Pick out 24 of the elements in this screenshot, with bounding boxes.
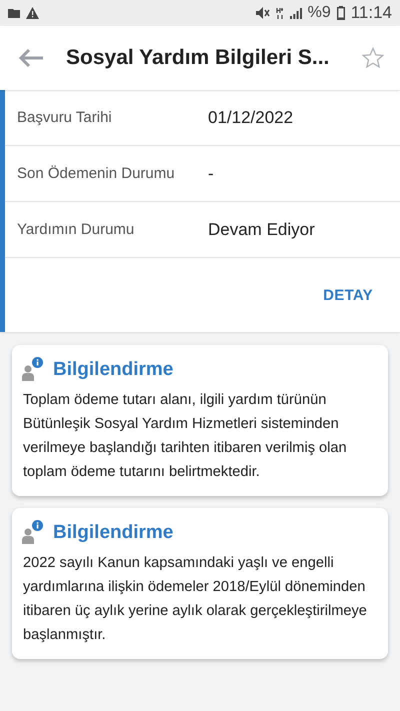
page-title: Sosyal Yardım Bilgileri S... bbox=[66, 46, 330, 70]
battery-level: %9 bbox=[308, 4, 331, 22]
detail-button[interactable]: DETAY bbox=[319, 282, 377, 308]
mute-icon bbox=[256, 7, 270, 19]
info-text: 2022 sayılı Kanun kapsamındaki yaşlı ve engelli yardımlarına ilişkin ödemeler 2018/Eylül döneminden itibaren üç aylık yerine aylık olarak gerçekleştirilmeye başlanmıştır. bbox=[22, 554, 368, 645]
info-text: Toplam ödeme tutarı alanı, ilgili yardım türünün Bütünleşik Sosyal Yardım Hizmetleri sisteminden verilmeye başlandığı tarihten itibaren verilmiş olan toplam ödeme tutarını belirtmektedir. bbox=[22, 391, 348, 482]
battery-icon bbox=[336, 6, 345, 20]
user-info-icon bbox=[22, 357, 46, 381]
user-info-icon bbox=[22, 520, 46, 544]
star-icon[interactable] bbox=[362, 47, 384, 69]
field-value: 01/12/2022 bbox=[208, 108, 294, 128]
field-value: Devam Ediyor bbox=[208, 220, 315, 240]
back-arrow-icon[interactable] bbox=[18, 48, 44, 68]
field-value: - bbox=[208, 164, 214, 184]
network-icon bbox=[276, 8, 284, 18]
field-label: Son Ödemenin Durumu bbox=[17, 165, 176, 182]
field-label: Yardımın Durumu bbox=[17, 221, 136, 238]
field-label: Başvuru Tarihi bbox=[17, 109, 113, 126]
folder-icon bbox=[8, 8, 20, 18]
signal-icon bbox=[290, 8, 302, 18]
card-title: Bilgilendirme bbox=[53, 522, 174, 544]
clock: 11:14 bbox=[350, 3, 392, 23]
card-title: Bilgilendirme bbox=[53, 359, 174, 381]
warning-icon bbox=[26, 7, 39, 19]
